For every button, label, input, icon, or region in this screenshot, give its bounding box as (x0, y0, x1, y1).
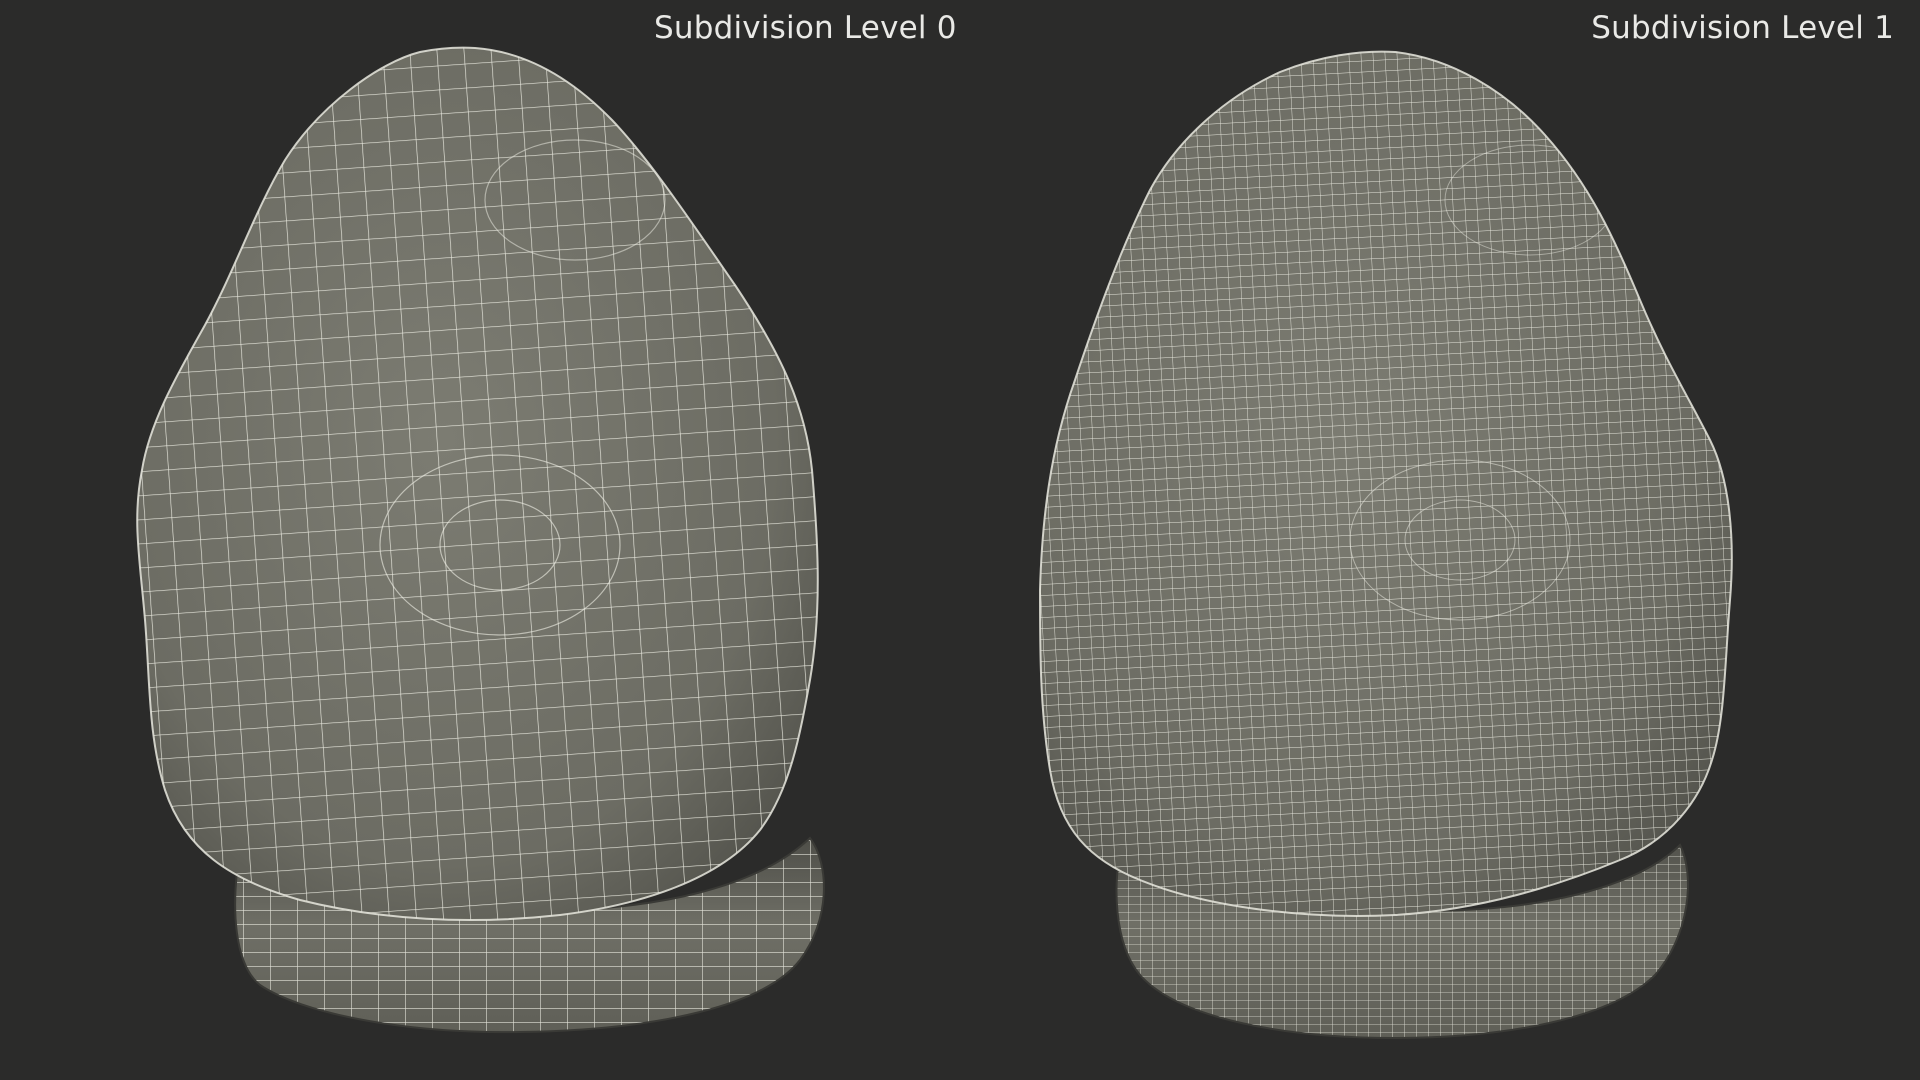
render-canvas (136, 46, 1733, 1039)
mesh-model-right (1039, 50, 1733, 1039)
stone-right (1039, 50, 1733, 917)
subdivision-level-0-label: Subdivision Level 0 (654, 10, 957, 46)
subdivision-level-1-label: Subdivision Level 1 (1591, 10, 1894, 46)
viewport: Subdivision Level 0 Subdivision Level 1 (0, 0, 1920, 1080)
stone-left (136, 46, 819, 921)
mesh-model-left (136, 46, 825, 1034)
